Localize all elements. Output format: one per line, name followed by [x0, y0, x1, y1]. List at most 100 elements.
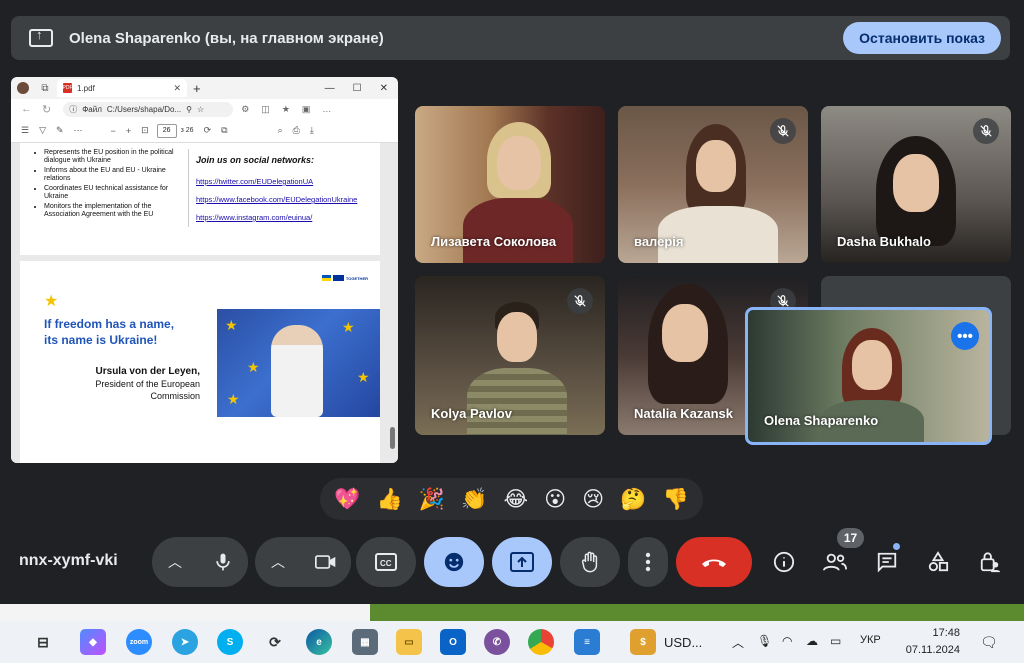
presented-pdf-window: ⧉ PDF 1.pdf ✕ + — ☐ ✕ ← ↻ ⓘ Файл C:/User… — [11, 77, 398, 463]
leave-call-button[interactable] — [676, 537, 752, 587]
task-view-icon[interactable]: ⊟ — [30, 629, 56, 655]
wifi-icon[interactable]: ◠ — [782, 634, 792, 648]
instagram-link[interactable]: https://www.instagram.com/euinua/ — [196, 213, 357, 222]
participant-tile[interactable]: Лизавета Соколова — [415, 106, 605, 263]
chrome-icon[interactable] — [528, 629, 554, 655]
currency-label[interactable]: USD... — [664, 635, 702, 650]
chat-button[interactable] — [873, 548, 901, 576]
rotate-icon[interactable]: ⟳ — [204, 125, 212, 136]
toolbar-more-icon[interactable]: ⋯ — [74, 125, 83, 136]
currency-widget-icon[interactable]: $ — [630, 629, 656, 655]
split-screen-icon[interactable]: ◫ — [261, 104, 270, 115]
zoom-app-icon[interactable]: zoom — [126, 629, 152, 655]
outlook-icon[interactable]: O — [440, 629, 466, 655]
reaction-party-popper[interactable]: 🎉 — [419, 487, 445, 512]
present-screen-icon — [510, 552, 534, 572]
browser-tab[interactable]: PDF 1.pdf ✕ — [57, 79, 187, 97]
save-icon[interactable]: ⤓ — [310, 125, 314, 136]
extensions-icon[interactable]: ⚙ — [241, 104, 249, 115]
maximize-icon[interactable]: ☐ — [353, 83, 362, 94]
reaction-crying[interactable]: 😢 — [582, 487, 604, 511]
page-number-input[interactable]: 26 — [156, 123, 177, 138]
chevron-up-icon[interactable]: ︿ — [152, 552, 198, 572]
back-icon[interactable]: ← — [21, 103, 32, 115]
captions-icon: CC — [375, 553, 397, 571]
word-doc-icon[interactable]: ≡ — [574, 629, 600, 655]
highlight-icon[interactable]: ▽ — [39, 125, 46, 136]
people-icon — [823, 553, 847, 571]
fit-page-icon[interactable]: ⊡ — [141, 125, 149, 136]
reaction-sparkling-heart[interactable]: 💖 — [334, 487, 360, 512]
participant-tile[interactable]: валерія — [618, 106, 808, 263]
activities-button[interactable] — [924, 548, 952, 576]
search-icon[interactable]: ⌕ — [278, 125, 283, 136]
self-view-tile[interactable]: ••• Olena Shaparenko — [745, 307, 992, 445]
facebook-link[interactable]: https://www.facebook.com/EUDelegationUkr… — [196, 195, 357, 204]
viber-icon[interactable]: ✆ — [484, 629, 510, 655]
battery-icon[interactable]: ▭ — [830, 634, 841, 648]
twitter-link[interactable]: https://twitter.com/EUDelegationUA — [196, 177, 357, 186]
profile-avatar[interactable] — [17, 82, 29, 94]
pdf-viewport[interactable]: Represents the EU position in the politi… — [11, 143, 398, 463]
raise-hand-button[interactable] — [560, 537, 620, 587]
edge-icon[interactable]: e — [306, 629, 332, 655]
microphone-button[interactable] — [198, 537, 248, 587]
chevron-up-icon[interactable]: ︿ — [732, 634, 744, 651]
notifications-icon[interactable]: 🗨 — [980, 634, 998, 651]
stop-presenting-button[interactable]: Остановить показ — [843, 22, 1001, 54]
draw-icon[interactable]: ✎ — [56, 125, 64, 136]
cloud-icon[interactable]: ☁ — [806, 634, 818, 648]
page-view-icon[interactable]: ⧉ — [221, 125, 227, 136]
skype-icon[interactable]: S — [217, 629, 243, 655]
collections-icon[interactable]: ▣ — [302, 104, 311, 115]
reaction-clapping[interactable]: 👏 — [461, 487, 487, 512]
host-controls-button[interactable] — [976, 548, 1004, 576]
participant-tile[interactable]: Dasha Bukhalo — [821, 106, 1011, 263]
language-indicator[interactable]: УКР — [860, 634, 881, 646]
close-window-icon[interactable]: ✕ — [380, 83, 388, 94]
new-tab-button[interactable]: + — [193, 81, 201, 96]
favorites-icon[interactable]: ★ — [282, 104, 290, 115]
copilot-icon[interactable]: ◆ — [80, 629, 106, 655]
people-button[interactable] — [821, 548, 849, 576]
camera-button[interactable] — [301, 537, 351, 587]
workspaces-icon[interactable]: ⧉ — [39, 83, 51, 94]
contents-icon[interactable]: ☰ — [21, 125, 29, 136]
more-options-button[interactable] — [628, 537, 668, 587]
address-bar[interactable]: ⓘ Файл C:/Users/shapa/Do... ⚲ ☆ — [63, 101, 234, 117]
sync-app-icon[interactable]: ⟳ — [262, 629, 288, 655]
file-explorer-icon[interactable]: ▭ — [396, 629, 422, 655]
more-icon[interactable]: … — [322, 104, 331, 115]
present-button[interactable] — [492, 537, 552, 587]
reaction-thinking[interactable]: 🤔 — [620, 487, 646, 512]
mic-tray-icon[interactable]: 🎙 — [757, 634, 772, 648]
time: 17:48 — [932, 627, 960, 639]
reaction-thumbs-up[interactable]: 👍 — [376, 487, 402, 512]
zoom-in-icon[interactable]: + — [126, 126, 131, 136]
muted-mic-icon — [973, 118, 999, 144]
pdf-scrollbar[interactable] — [390, 143, 395, 463]
favorite-icon[interactable]: ☆ — [197, 105, 204, 114]
chevron-up-icon[interactable]: ︿ — [255, 552, 301, 572]
tile-options-button[interactable]: ••• — [951, 322, 979, 350]
minimize-icon[interactable]: — — [325, 83, 335, 94]
telegram-icon[interactable]: ➤ — [172, 629, 198, 655]
clock[interactable]: 17:48 07.11.2024 — [896, 625, 960, 659]
reaction-surprised[interactable]: 😮 — [544, 487, 566, 511]
present-screen-icon — [29, 27, 53, 47]
zoom-icon[interactable]: ⚲ — [186, 105, 192, 114]
close-tab-icon[interactable]: ✕ — [173, 83, 181, 94]
president-photo: ★ ★ ★ ★ ★ — [217, 309, 380, 417]
emoji-reactions-button[interactable] — [424, 537, 484, 587]
captions-button[interactable]: CC — [356, 537, 416, 587]
reaction-thumbs-down[interactable]: 👎 — [663, 487, 689, 512]
mic-control-group: ︿ — [152, 537, 248, 587]
calculator-icon[interactable]: ▦ — [352, 629, 378, 655]
participant-tile[interactable]: Kolya Pavlov — [415, 276, 605, 435]
social-heading: Join us on social networks: — [196, 155, 315, 165]
zoom-out-icon[interactable]: − — [111, 126, 116, 136]
refresh-icon[interactable]: ↻ — [42, 103, 51, 116]
reaction-joy[interactable]: 😂 — [503, 487, 528, 511]
meeting-info-button[interactable] — [770, 548, 798, 576]
print-icon[interactable]: ⎙ — [293, 125, 300, 136]
